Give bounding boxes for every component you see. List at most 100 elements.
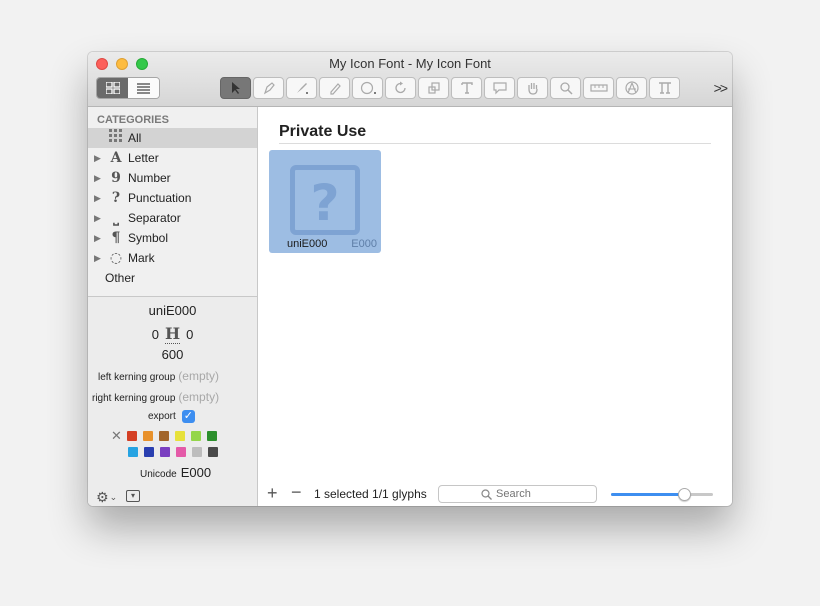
disclosure-triangle-icon[interactable]: ▶ (94, 173, 105, 184)
color-swatch[interactable] (176, 447, 186, 457)
list-view-button[interactable] (128, 78, 159, 98)
zoom-tool-button[interactable] (550, 77, 581, 99)
color-swatch[interactable] (128, 447, 138, 457)
metrics-h-icon: H (164, 324, 181, 344)
tool-palette (220, 77, 682, 99)
scale-tool-button[interactable] (418, 77, 449, 99)
bottom-bar: + − 1 selected 1/1 glyphs (258, 481, 732, 506)
sidebar-menu-button[interactable]: ▾ (126, 490, 140, 502)
sidebar-category-mark[interactable]: ▶ ◌ Mark (88, 248, 257, 268)
color-swatch[interactable] (191, 431, 201, 441)
color-swatch[interactable] (143, 431, 153, 441)
arrow-cursor-icon (231, 82, 240, 94)
search-icon (481, 488, 492, 500)
anchor-tool-button[interactable] (616, 77, 647, 99)
rotate-tool-button[interactable] (385, 77, 416, 99)
pen-tool-button[interactable] (253, 77, 284, 99)
category-list: All ▶ A Letter ▶ 9 Number ▶? Punctuation ▶ ⎵ Separa… (88, 128, 257, 288)
export-label: export (148, 411, 176, 422)
disclosure-triangle-icon[interactable]: ▶ (94, 153, 105, 164)
scale-icon (427, 82, 440, 94)
remove-glyph-button[interactable]: − (291, 482, 302, 503)
ruler-icon (589, 84, 608, 92)
pencil-icon (329, 83, 341, 95)
question-box-icon: ? (290, 165, 360, 235)
rotate-icon (394, 81, 406, 94)
text-tool-button[interactable] (451, 77, 482, 99)
annotation-tool-button[interactable] (484, 77, 515, 99)
color-swatch[interactable] (192, 447, 202, 457)
hints-tool-button[interactable] (649, 77, 680, 99)
glyph-info-panel: uniE000 0 H 0 600 left kerning group (emp… (88, 296, 257, 506)
separator-icon: ⎵ (113, 210, 119, 226)
color-swatch[interactable] (144, 447, 154, 457)
width-field[interactable]: 600 (88, 347, 257, 362)
sidebar-category-all[interactable]: All (88, 128, 257, 148)
right-kerning-input[interactable]: (empty) (178, 390, 219, 404)
sidebar-category-label: Number (128, 171, 171, 185)
grid-view-button[interactable] (97, 78, 128, 98)
zoom-slider-knob[interactable] (678, 488, 692, 501)
select-tool-button[interactable] (220, 77, 251, 99)
pencil-tool-button[interactable] (319, 77, 350, 99)
disclosure-triangle-icon[interactable]: ▶ (94, 193, 105, 204)
section-divider (279, 143, 711, 144)
draw-tool-button[interactable] (286, 77, 317, 99)
color-swatch[interactable] (127, 431, 137, 441)
text-icon (460, 82, 473, 94)
sidebar-category-label: Symbol (128, 231, 169, 245)
toolbar-overflow-button[interactable]: >> (714, 80, 728, 96)
measurement-tool-button[interactable] (583, 77, 614, 99)
mark-icon: ◌ (109, 250, 123, 266)
sidebar-category-symbol[interactable]: ▶ ¶ Symbol (88, 228, 257, 248)
export-checkbox[interactable]: ✓ (181, 410, 195, 423)
sidebar-category-separator[interactable]: ▶ ⎵ Separator (88, 208, 257, 228)
section-title: Private Use (279, 123, 367, 140)
color-swatch[interactable] (208, 447, 218, 457)
rsb-field[interactable]: 0 (186, 327, 193, 342)
sidebar-category-number[interactable]: ▶ 9 Number (88, 168, 257, 188)
gear-menu-button[interactable]: ⚙ ⌄ (96, 489, 117, 506)
sidebar-category-punctuation[interactable]: ▶? Punctuation (88, 188, 257, 208)
search-field[interactable] (438, 485, 597, 503)
unicode-row: Unicode E000 (140, 465, 211, 480)
unicode-field[interactable]: E000 (181, 465, 211, 480)
disclosure-triangle-icon[interactable]: ▶ (94, 233, 105, 244)
primitives-tool-button[interactable] (352, 77, 383, 99)
add-glyph-button[interactable]: + (267, 483, 278, 504)
speech-bubble-icon (492, 82, 507, 95)
left-kerning-label: left kerning group (98, 372, 176, 383)
color-swatch-row: ✕ (111, 429, 223, 443)
sidebearings-row: 0 H 0 (88, 324, 257, 344)
unicode-label: Unicode (140, 469, 177, 480)
sidebar-category-letter[interactable]: ▶ A Letter (88, 148, 257, 168)
no-color-icon[interactable]: ✕ (111, 429, 123, 443)
glyph-name-field[interactable]: uniE000 (88, 303, 257, 318)
disclosure-triangle-icon[interactable]: ▶ (94, 213, 105, 224)
hand-tool-button[interactable] (517, 77, 548, 99)
grid-icon (105, 82, 120, 94)
sidebar-category-label: All (128, 131, 142, 145)
checkmark-icon: ✓ (183, 410, 193, 422)
lsb-field[interactable]: 0 (152, 327, 159, 342)
glyph-cell[interactable]: ? uniE000 E000 (269, 150, 381, 253)
compass-icon (624, 81, 639, 95)
right-kerning-label: right kerning group (92, 393, 176, 404)
left-kerning-input[interactable]: (empty) (178, 369, 219, 383)
title-bar: My Icon Font - My Icon Font >> (88, 52, 732, 107)
list-icon (137, 82, 150, 94)
disclosure-triangle-icon[interactable]: ▶ (94, 253, 105, 264)
ellipse-icon (360, 81, 376, 95)
color-swatch[interactable] (207, 431, 217, 441)
zoom-slider[interactable] (611, 488, 713, 501)
sidebar-category-label: Separator (128, 211, 181, 225)
symbol-icon: ¶ (111, 230, 121, 246)
sidebar-category-other[interactable]: Other (88, 268, 257, 288)
punctuation-icon: ? (111, 190, 121, 206)
color-swatch[interactable] (159, 431, 169, 441)
search-input[interactable] (496, 488, 554, 500)
color-swatch[interactable] (175, 431, 185, 441)
grid-dots-icon (107, 129, 125, 147)
color-swatch[interactable] (160, 447, 170, 457)
selection-status: 1 selected 1/1 glyphs (314, 487, 427, 501)
